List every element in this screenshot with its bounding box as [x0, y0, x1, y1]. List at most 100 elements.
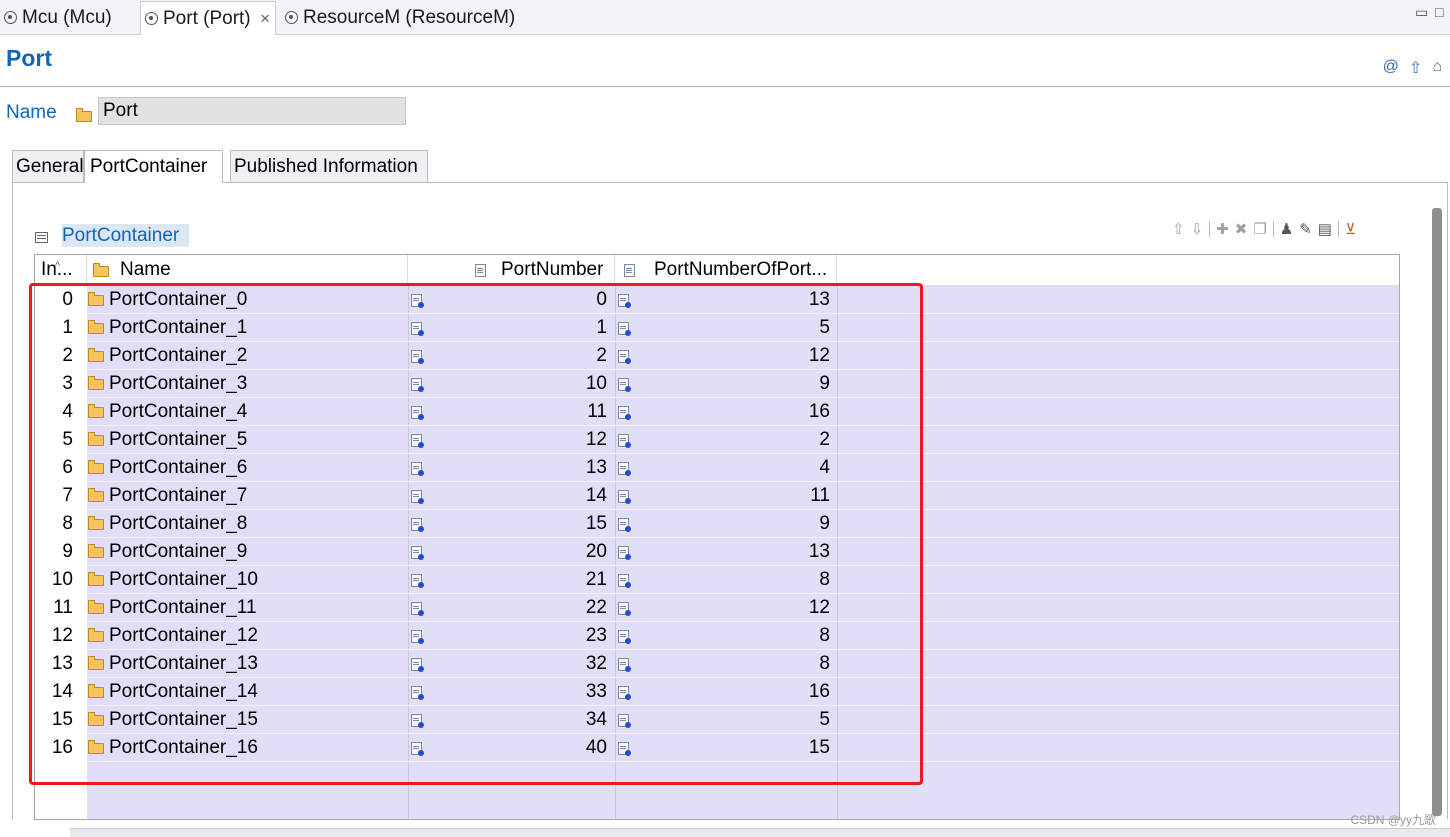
table-row[interactable]: 3 PortContainer_3 10 9	[35, 370, 1399, 398]
row-portnumberofport[interactable]: 13	[635, 538, 830, 566]
table-row[interactable]: 10 PortContainer_10 21 8	[35, 566, 1399, 594]
row-name[interactable]: PortContainer_2	[109, 342, 247, 370]
row-portnumberofport[interactable]: 4	[635, 454, 830, 482]
column-header-index[interactable]: ^ In...	[35, 255, 87, 285]
row-portnumber[interactable]: 23	[425, 622, 607, 650]
row-portnumberofport[interactable]: 9	[635, 370, 830, 398]
row-portnumber[interactable]: 34	[425, 706, 607, 734]
table-row[interactable]: 0 PortContainer_0 0 13	[35, 286, 1399, 314]
row-portnumber[interactable]: 1	[425, 314, 607, 342]
tab-portcontainer[interactable]: PortContainer	[84, 150, 223, 183]
table-row[interactable]: 12 PortContainer_12 23 8	[35, 622, 1399, 650]
row-name[interactable]: PortContainer_10	[109, 566, 258, 594]
link-icon[interactable]: @	[1383, 58, 1399, 78]
row-portnumber[interactable]: 12	[425, 426, 607, 454]
table-row[interactable]: 7 PortContainer_7 14 11	[35, 482, 1399, 510]
copy-icon[interactable]: ❐	[1253, 220, 1266, 238]
row-name[interactable]: PortContainer_0	[109, 286, 247, 314]
row-portnumberofport[interactable]: 5	[635, 314, 830, 342]
row-name[interactable]: PortContainer_14	[109, 678, 258, 706]
table-row[interactable]: 2 PortContainer_2 2 12	[35, 342, 1399, 370]
row-name[interactable]: PortContainer_13	[109, 650, 258, 678]
table-row[interactable]: 8 PortContainer_8 15 9	[35, 510, 1399, 538]
row-name[interactable]: PortContainer_11	[109, 594, 257, 622]
row-portnumberofport[interactable]: 8	[635, 650, 830, 678]
row-portnumber[interactable]: 14	[425, 482, 607, 510]
table-row[interactable]: 16 PortContainer_16 40 15	[35, 734, 1399, 762]
document-link-icon	[618, 322, 631, 336]
add-icon[interactable]: ✚	[1216, 220, 1229, 238]
row-name[interactable]: PortContainer_4	[109, 398, 247, 426]
editor-tab-port[interactable]: Port (Port) ✕	[140, 1, 276, 35]
row-portnumberofport[interactable]: 16	[635, 678, 830, 706]
row-portnumberofport[interactable]: 2	[635, 426, 830, 454]
row-portnumber[interactable]: 11	[425, 398, 607, 426]
row-name[interactable]: PortContainer_12	[109, 622, 258, 650]
column-header-portnumberofport[interactable]: PortNumberOfPort...	[615, 255, 837, 285]
row-portnumber[interactable]: 15	[425, 510, 607, 538]
maximize-icon[interactable]: □	[1435, 4, 1443, 20]
table-row[interactable]: 6 PortContainer_6 13 4	[35, 454, 1399, 482]
table-row[interactable]: 13 PortContainer_13 32 8	[35, 650, 1399, 678]
row-portnumberofport[interactable]: 12	[635, 594, 830, 622]
table-row[interactable]: 4 PortContainer_4 11 16	[35, 398, 1399, 426]
column-header-portnumber[interactable]: PortNumber	[408, 255, 615, 285]
vertical-scrollbar[interactable]	[1432, 208, 1442, 816]
tab-general[interactable]: General	[12, 150, 84, 182]
column-header-name[interactable]: Name	[87, 255, 408, 285]
export-icon[interactable]: ⊻	[1345, 220, 1356, 238]
row-portnumberofport[interactable]: 5	[635, 706, 830, 734]
row-portnumber[interactable]: 13	[425, 454, 607, 482]
move-down-icon[interactable]: ⇩	[1191, 220, 1204, 238]
row-name[interactable]: PortContainer_6	[109, 454, 247, 482]
home-icon[interactable]: ⌂	[1432, 58, 1442, 78]
row-name[interactable]: PortContainer_5	[109, 426, 247, 454]
row-name[interactable]: PortContainer_9	[109, 538, 247, 566]
row-portnumberofport[interactable]: 15	[635, 734, 830, 762]
table-row[interactable]: 15 PortContainer_15 34 5	[35, 706, 1399, 734]
up-arrow-icon[interactable]: ⇧	[1409, 58, 1422, 78]
row-portnumberofport[interactable]: 13	[635, 286, 830, 314]
row-portnumber[interactable]: 2	[425, 342, 607, 370]
row-name[interactable]: PortContainer_7	[109, 482, 247, 510]
row-index: 12	[51, 625, 73, 646]
edit-table-icon[interactable]: ▤	[1318, 220, 1332, 238]
row-portnumber[interactable]: 0	[425, 286, 607, 314]
row-name[interactable]: PortContainer_15	[109, 706, 258, 734]
table-row[interactable]: 14 PortContainer_14 33 16	[35, 678, 1399, 706]
row-portnumberofport[interactable]: 9	[635, 510, 830, 538]
name-field[interactable]: Port	[98, 97, 406, 125]
row-name[interactable]: PortContainer_1	[109, 314, 247, 342]
table-row[interactable]: 1 PortContainer_1 1 5	[35, 314, 1399, 342]
row-portnumberofport[interactable]: 16	[635, 398, 830, 426]
delete-icon[interactable]: ✖	[1235, 220, 1248, 238]
row-portnumber[interactable]: 21	[425, 566, 607, 594]
move-up-icon[interactable]: ⇧	[1172, 220, 1185, 238]
editor-tab-mcu[interactable]: Mcu (Mcu)	[0, 2, 116, 33]
row-name[interactable]: PortContainer_3	[109, 370, 247, 398]
row-portnumberofport[interactable]: 11	[635, 482, 830, 510]
row-portnumber[interactable]: 10	[425, 370, 607, 398]
page-title: Port	[6, 45, 52, 71]
row-portnumber[interactable]: 20	[425, 538, 607, 566]
table-row[interactable]: 5 PortContainer_5 12 2	[35, 426, 1399, 454]
tab-published-information[interactable]: Published Information	[230, 150, 428, 182]
close-icon[interactable]: ✕	[260, 11, 271, 27]
folder-icon	[88, 460, 104, 474]
editor-tab-resourcem[interactable]: ResourceM (ResourceM)	[281, 2, 519, 33]
user-icon[interactable]: ♟	[1280, 220, 1293, 238]
table-row[interactable]: 9 PortContainer_9 20 13	[35, 538, 1399, 566]
row-portnumber[interactable]: 33	[425, 678, 607, 706]
edit-icon[interactable]: ✎	[1299, 220, 1312, 238]
row-portnumberofport[interactable]: 8	[635, 566, 830, 594]
table-row[interactable]: 11 PortContainer_11 22 12	[35, 594, 1399, 622]
minimize-icon[interactable]: ▭	[1415, 4, 1428, 21]
editor-tab-label: Port (Port)	[163, 7, 251, 29]
row-name[interactable]: PortContainer_8	[109, 510, 247, 538]
row-portnumber[interactable]: 40	[425, 734, 607, 762]
row-portnumberofport[interactable]: 12	[635, 342, 830, 370]
row-portnumber[interactable]: 32	[425, 650, 607, 678]
row-portnumber[interactable]: 22	[425, 594, 607, 622]
row-name[interactable]: PortContainer_16	[109, 734, 258, 762]
row-portnumberofport[interactable]: 8	[635, 622, 830, 650]
